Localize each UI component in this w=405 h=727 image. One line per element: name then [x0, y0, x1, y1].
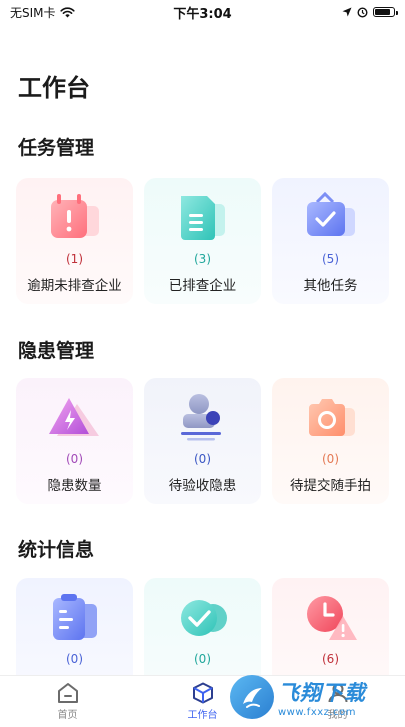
watermark-text: 飞翔下载 www.fxxz.com [278, 677, 366, 718]
card-pending-acceptance[interactable]: (0) 待验收隐患 [144, 378, 261, 504]
section-title-task: 任务管理 [18, 137, 95, 159]
status-time: 下午3:04 [173, 6, 232, 22]
card-label: 待提交随手拍 [290, 478, 371, 494]
tab-label: 工作台 [187, 710, 218, 721]
section-title-stats: 统计信息 [18, 539, 95, 561]
alarm-icon [357, 6, 368, 18]
card-count: (0) [194, 452, 211, 466]
battery-icon [373, 7, 398, 17]
card-overdue-enterprises[interactable]: (1) 逾期未排查企业 [16, 178, 133, 304]
card-count: (0) [322, 452, 339, 466]
location-arrow-icon [342, 7, 352, 17]
card-count: (0) [194, 652, 211, 666]
page-title: 工作台 [18, 74, 90, 102]
warning-bolt-icon [43, 390, 107, 444]
card-count: (3) [194, 252, 211, 266]
card-count: (6) [322, 652, 339, 666]
status-left: 无SIM卡 [10, 4, 140, 21]
card-pending-snapshots[interactable]: (0) 待提交随手拍 [272, 378, 389, 504]
card-label: 逾期未排查企业 [27, 278, 122, 294]
watermark-url: www.fxxz.com [278, 706, 356, 718]
check-circle-icon [171, 590, 235, 644]
tasks-check-icon [299, 190, 363, 244]
wifi-icon [59, 6, 75, 17]
task-card-row: (1) 逾期未排查企业 (3) 已排查企业 (5) 其他任务 [16, 178, 389, 304]
card-label: 待验收隐患 [168, 478, 237, 494]
tab-home[interactable]: 首页 [0, 676, 135, 727]
card-count: (5) [322, 252, 339, 266]
section-title-hazard: 隐患管理 [18, 340, 95, 362]
card-count: (1) [66, 252, 83, 266]
person-stamp-icon [171, 390, 235, 444]
watermark-brand: 飞翔下载 [278, 680, 366, 705]
tab-label: 首页 [57, 710, 78, 721]
status-right [265, 6, 398, 18]
carrier-label: 无SIM卡 [10, 5, 56, 20]
watermark-logo-icon [230, 675, 274, 719]
calendar-alert-icon [43, 190, 107, 244]
card-count: (0) [66, 452, 83, 466]
camera-icon [299, 390, 363, 444]
hazard-card-row: (0) 隐患数量 (0) 待验收隐患 (0) 待提交随手拍 [16, 378, 389, 504]
watermark: 飞翔下载 www.fxxz.com [230, 673, 395, 721]
card-count: (0) [66, 652, 83, 666]
document-list-icon [171, 190, 235, 244]
card-hazard-count[interactable]: (0) 隐患数量 [16, 378, 133, 504]
status-bar: 无SIM卡 下午3:04 [0, 0, 405, 24]
card-label: 已排查企业 [168, 278, 237, 294]
clipboard-icon [43, 590, 107, 644]
home-icon [57, 683, 78, 703]
card-label: 隐患数量 [47, 478, 102, 494]
cube-icon [192, 682, 213, 704]
clock-warning-icon [299, 590, 363, 644]
card-other-tasks[interactable]: (5) 其他任务 [272, 178, 389, 304]
card-inspected-enterprises[interactable]: (3) 已排查企业 [144, 178, 261, 304]
card-label: 其他任务 [303, 278, 358, 294]
